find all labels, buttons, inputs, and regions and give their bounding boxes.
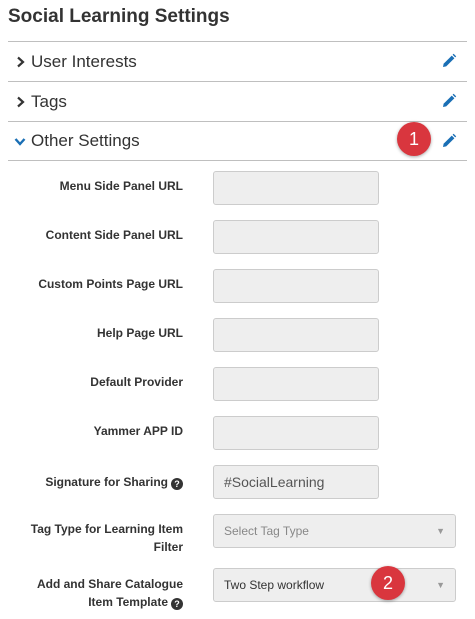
- question-circle-icon[interactable]: ?: [171, 598, 183, 610]
- section-label: User Interests: [31, 51, 137, 71]
- pencil-icon[interactable]: [441, 53, 457, 69]
- content-side-panel-url-label: Content Side Panel URL: [45, 228, 183, 242]
- caret-down-icon: ▼: [436, 526, 445, 536]
- help-page-url-label: Help Page URL: [96, 326, 183, 340]
- help-page-url-input[interactable]: [213, 318, 379, 352]
- custom-points-page-url-input[interactable]: [213, 269, 379, 303]
- signature-for-sharing-text: Signature for Sharing: [45, 475, 168, 489]
- section-label: Other Settings: [31, 131, 140, 150]
- signature-for-sharing-label: Signature for Sharing?: [13, 473, 183, 491]
- default-provider-label: Default Provider: [90, 375, 183, 389]
- caret-down-icon: ▼: [436, 580, 445, 590]
- catalogue-template-select[interactable]: Two Step workflow ▼: [213, 568, 456, 602]
- chevron-right-icon: [13, 55, 27, 69]
- catalogue-template-label-line1: Add and Share Catalogue: [36, 577, 183, 591]
- tag-type-label-line2: Filter: [153, 540, 183, 554]
- tag-type-label-line1: Tag Type for Learning Item: [30, 522, 183, 536]
- catalogue-template-label-line2: Item Template: [88, 595, 168, 609]
- signature-for-sharing-input[interactable]: #SocialLearning: [213, 465, 379, 499]
- page-title: Social Learning Settings: [8, 6, 230, 27]
- section-tags[interactable]: Tags: [8, 81, 467, 121]
- chevron-down-icon: [13, 134, 27, 148]
- content-side-panel-url-input[interactable]: [213, 220, 379, 254]
- catalogue-template-label-line2-wrap: Item Template?: [13, 593, 183, 611]
- callout-badge-1: 1: [397, 122, 431, 156]
- pencil-icon[interactable]: [441, 93, 457, 109]
- section-label: Tags: [31, 91, 67, 111]
- tag-type-label: Tag Type for Learning Item Filter: [13, 520, 183, 556]
- yammer-app-id-input[interactable]: [213, 416, 379, 450]
- section-user-interests[interactable]: User Interests: [8, 41, 467, 81]
- chevron-right-icon: [13, 95, 27, 109]
- menu-side-panel-url-label: Menu Side Panel URL: [59, 179, 183, 193]
- tag-type-select[interactable]: Select Tag Type ▼: [213, 514, 456, 548]
- question-circle-icon[interactable]: ?: [171, 478, 183, 490]
- default-provider-input[interactable]: [213, 367, 379, 401]
- menu-side-panel-url-input[interactable]: [213, 171, 379, 205]
- custom-points-page-url-label: Custom Points Page URL: [38, 277, 183, 291]
- tag-type-select-value: Select Tag Type: [224, 524, 309, 538]
- pencil-icon[interactable]: [441, 133, 457, 149]
- callout-badge-2: 2: [371, 566, 405, 600]
- catalogue-template-select-value: Two Step workflow: [224, 578, 325, 592]
- catalogue-template-label: Add and Share Catalogue Item Template?: [13, 575, 183, 611]
- yammer-app-id-label: Yammer APP ID: [93, 424, 183, 438]
